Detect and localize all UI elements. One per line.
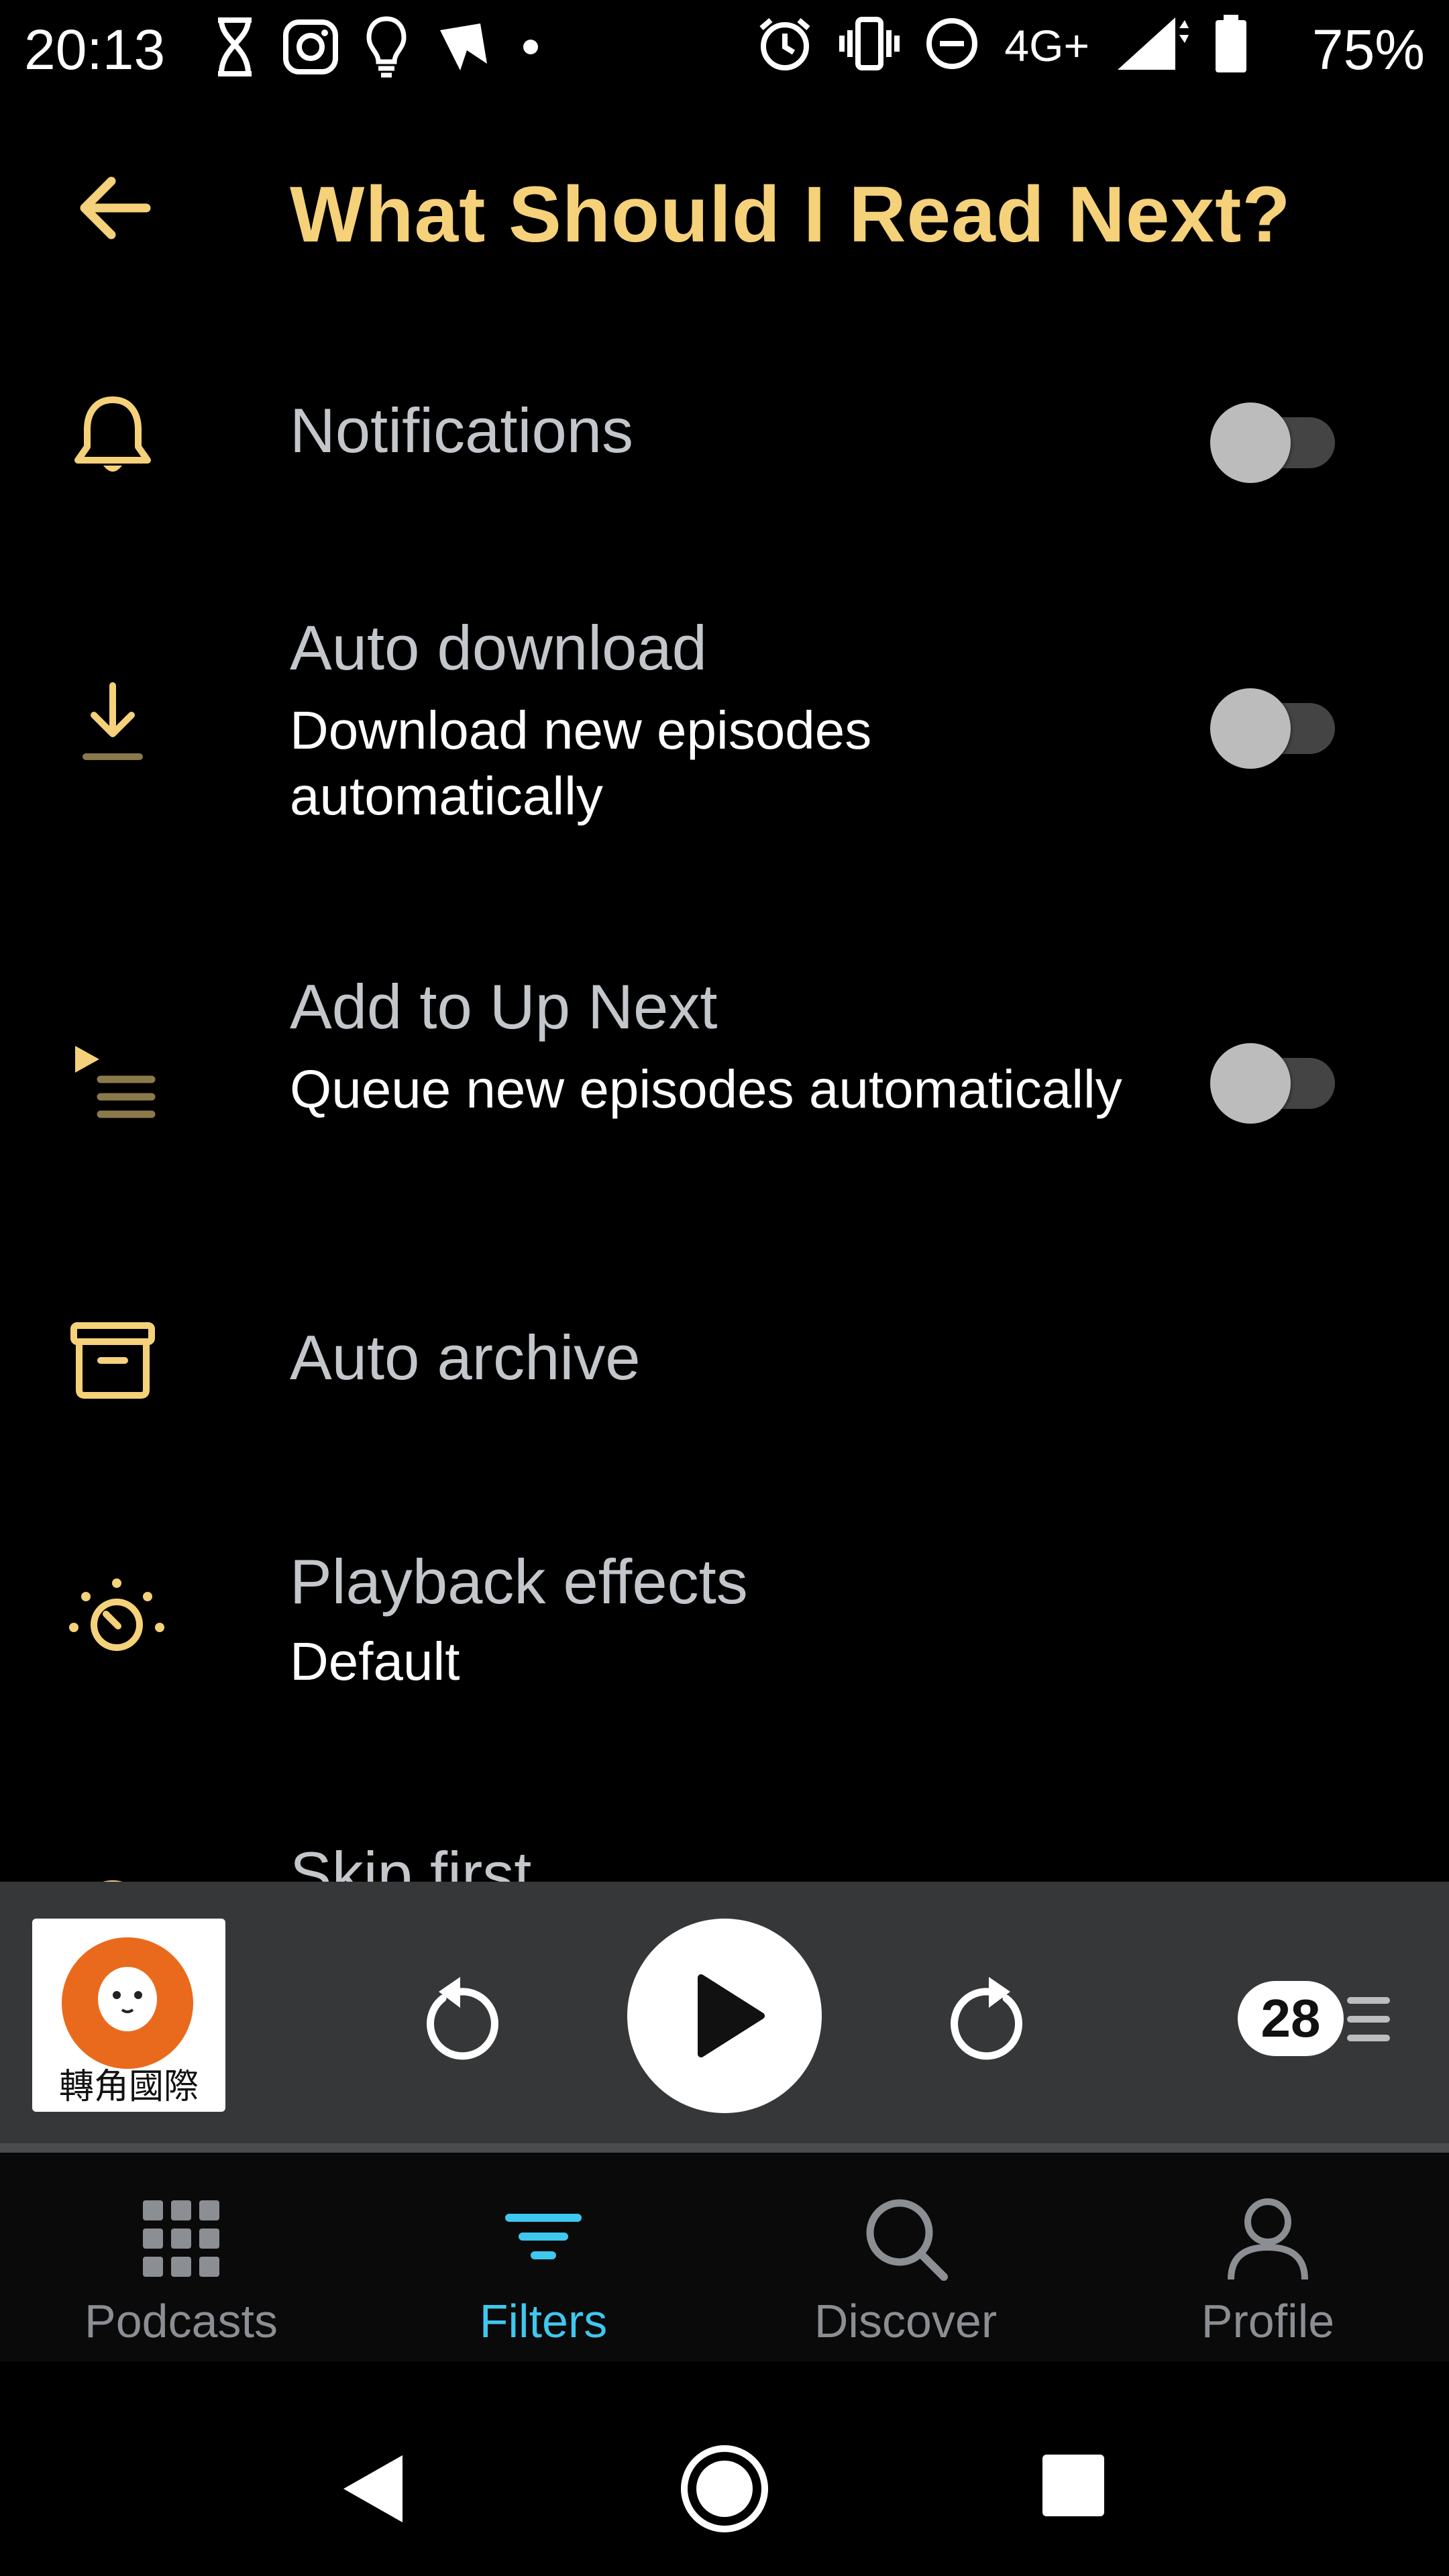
download-icon bbox=[67, 678, 158, 769]
setting-title: Notifications bbox=[290, 395, 633, 466]
system-recents-button[interactable] bbox=[1040, 2452, 1107, 2522]
play-button[interactable] bbox=[627, 1919, 822, 2113]
setting-title: Skip first bbox=[290, 1839, 532, 1882]
setting-playback-effects[interactable]: Playback effects Default bbox=[0, 1536, 1449, 1711]
playback-effects-icon bbox=[67, 1574, 164, 1665]
bottom-navigation: Podcasts Filters Discover Profile bbox=[0, 2153, 1449, 2361]
setting-subtitle: Default bbox=[290, 1631, 460, 1691]
square-recents-icon bbox=[1042, 2455, 1104, 2516]
setting-notifications[interactable]: Notifications bbox=[0, 362, 1449, 510]
up-next-count-badge[interactable]: 28 bbox=[1238, 1981, 1344, 2056]
skip-forward-button[interactable] bbox=[946, 1969, 1033, 2070]
podcast-artwork[interactable]: 轉角國際 bbox=[32, 1919, 225, 2112]
notifications-toggle[interactable] bbox=[1208, 397, 1342, 483]
skip-back-icon bbox=[427, 1977, 498, 2060]
setting-add-to-up-next[interactable]: Add to Up Next Queue new episodes automa… bbox=[0, 963, 1449, 1204]
nav-label: Filters bbox=[479, 2295, 608, 2347]
bell-icon bbox=[67, 390, 158, 482]
nav-tab-discover[interactable]: Discover bbox=[724, 2153, 1087, 2361]
auto-download-toggle[interactable] bbox=[1208, 683, 1342, 769]
setting-auto-archive[interactable]: Auto archive bbox=[0, 1315, 1449, 1415]
nav-tab-profile[interactable]: Profile bbox=[1087, 2153, 1449, 2361]
setting-title: Auto archive bbox=[290, 1322, 641, 1393]
player-progress-bar bbox=[0, 2143, 1449, 2153]
system-back-button[interactable] bbox=[335, 2449, 409, 2532]
mini-player[interactable]: 轉角國際 28 bbox=[0, 1882, 1449, 2153]
search-icon bbox=[862, 2195, 949, 2282]
triangle-back-icon bbox=[343, 2455, 402, 2522]
up-next-list-icon[interactable] bbox=[1345, 1992, 1392, 2046]
queue-icon bbox=[67, 1036, 158, 1128]
skip-forward-icon bbox=[951, 1977, 1022, 2060]
grid-icon bbox=[138, 2195, 225, 2282]
nav-label: Discover bbox=[814, 2295, 998, 2347]
setting-subtitle: Download new episodes automatically bbox=[290, 700, 872, 826]
setting-title: Playback effects bbox=[290, 1546, 748, 1617]
play-icon bbox=[698, 1974, 765, 2057]
setting-title: Add to Up Next bbox=[290, 971, 718, 1042]
home-circle-icon bbox=[681, 2445, 768, 2532]
artwork-text: 轉角國際 bbox=[58, 2067, 199, 2107]
system-navigation-bar bbox=[0, 2361, 1449, 2576]
skip-icon bbox=[67, 1872, 158, 1882]
setting-subtitle: Queue new episodes automatically bbox=[290, 1059, 1122, 1119]
filter-icon bbox=[500, 2195, 587, 2282]
setting-auto-download[interactable]: Auto download Download new episodes auto… bbox=[0, 604, 1449, 845]
nav-label: Podcasts bbox=[85, 2295, 278, 2347]
artwork-logo-icon bbox=[62, 1937, 193, 2069]
setting-title: Auto download bbox=[290, 612, 707, 683]
profile-icon bbox=[1224, 2195, 1311, 2282]
settings-list: Notifications Auto download Download new… bbox=[0, 0, 1449, 1882]
system-home-button[interactable] bbox=[678, 2442, 771, 2539]
archive-icon bbox=[67, 1315, 158, 1406]
nav-tab-podcasts[interactable]: Podcasts bbox=[0, 2153, 362, 2361]
skip-back-button[interactable] bbox=[416, 1969, 503, 2070]
add-to-up-next-toggle[interactable] bbox=[1208, 1038, 1342, 1124]
setting-skip-first[interactable]: Skip first bbox=[0, 1831, 1449, 1882]
nav-label: Profile bbox=[1201, 2295, 1335, 2347]
nav-tab-filters[interactable]: Filters bbox=[362, 2153, 724, 2361]
